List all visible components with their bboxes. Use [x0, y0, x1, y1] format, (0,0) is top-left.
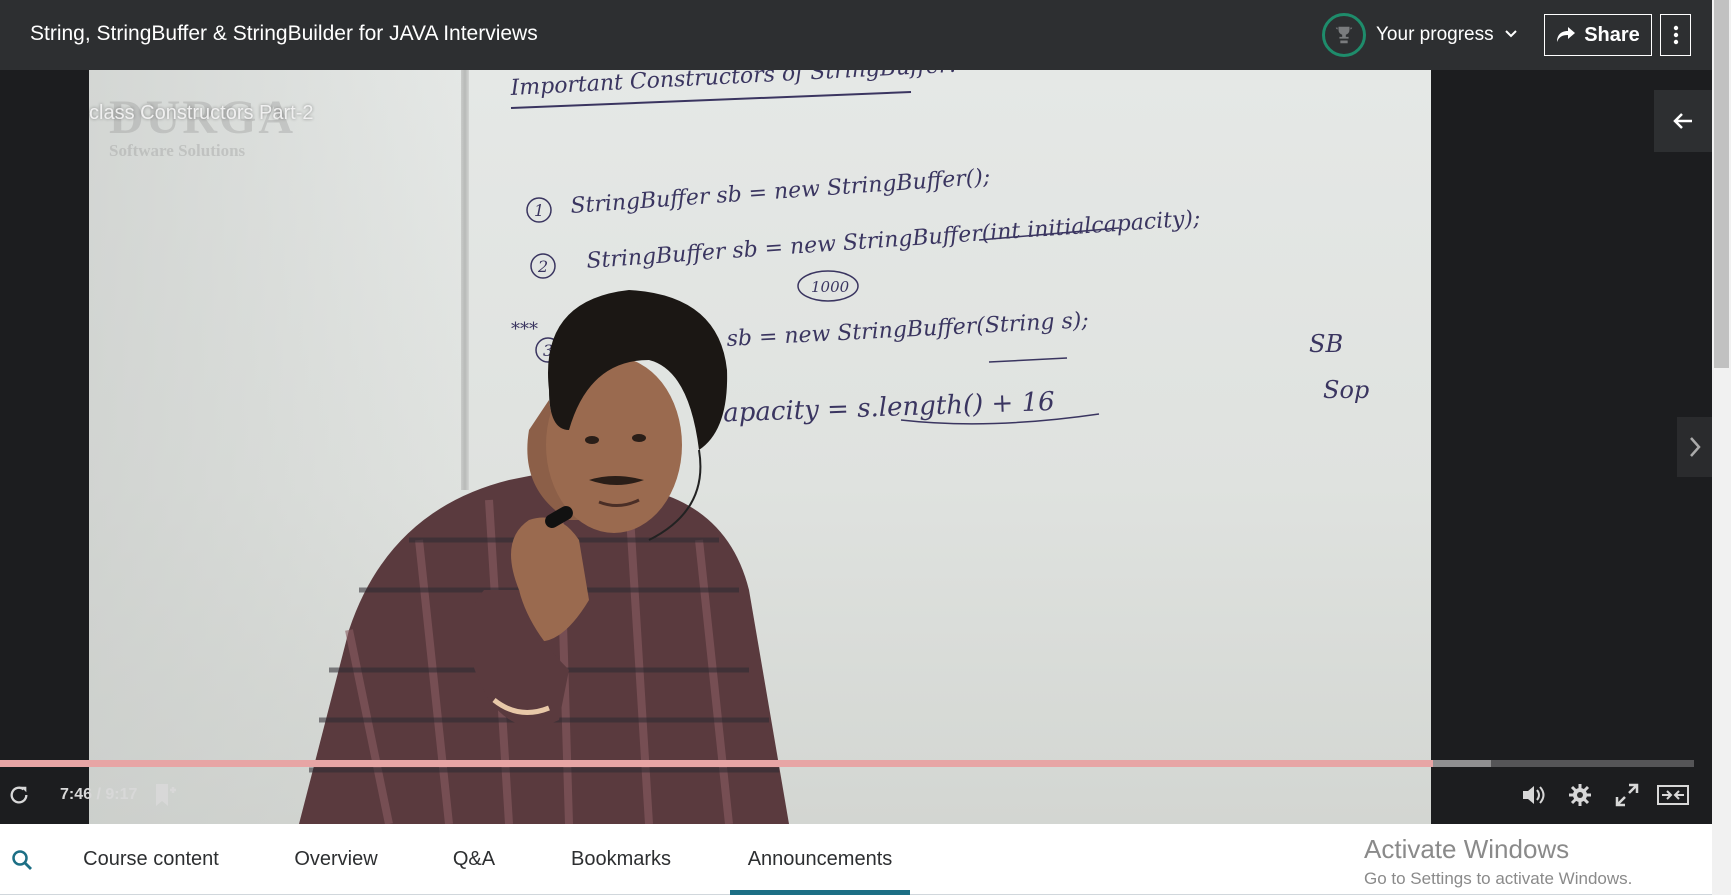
- video-player[interactable]: DURGA Software Solutions Important Const…: [0, 70, 1712, 824]
- progress-label: Your progress: [1376, 24, 1494, 45]
- volume-icon: [1523, 786, 1545, 804]
- add-bookmark-button[interactable]: [150, 780, 180, 810]
- share-label: Share: [1584, 23, 1640, 46]
- close-sidebar-button[interactable]: [1654, 90, 1712, 152]
- tab-announcements[interactable]: Announcements: [730, 824, 910, 895]
- video-progress-fill: [0, 760, 1434, 767]
- activate-windows-title: Activate Windows: [1364, 834, 1570, 864]
- vertical-dots-icon: [1673, 25, 1678, 45]
- expand-icon: [1657, 785, 1689, 805]
- scrollbar-thumb[interactable]: [1714, 0, 1729, 368]
- player-controls: 7:46 / 9:17: [0, 770, 1712, 824]
- tab-qa[interactable]: Q&A: [436, 824, 512, 895]
- tab-bookmarks[interactable]: Bookmarks: [554, 824, 688, 895]
- your-progress-button[interactable]: Your progress: [1322, 13, 1518, 57]
- more-options-button[interactable]: [1660, 14, 1691, 56]
- chevron-right-icon: [1689, 437, 1701, 457]
- time-readout: 7:46 / 9:17: [60, 786, 138, 803]
- replay-icon: [10, 786, 28, 804]
- fullscreen-button[interactable]: [1612, 780, 1642, 810]
- expand-button[interactable]: [1656, 780, 1690, 810]
- instructor-figure: [299, 290, 789, 824]
- settings-button[interactable]: [1565, 780, 1595, 810]
- page-scrollbar[interactable]: [1712, 0, 1731, 895]
- tab-overview[interactable]: Overview: [278, 824, 394, 895]
- search-tab-button[interactable]: [8, 846, 36, 874]
- lecture-title-overlay: class Constructors Part-2: [89, 102, 314, 124]
- app-root: String, StringBuffer & StringBuilder for…: [0, 0, 1731, 895]
- replay-button[interactable]: [4, 780, 34, 810]
- gear-icon: [1569, 784, 1591, 806]
- activate-windows-overlay: Activate Windows Go to Settings to activ…: [1364, 834, 1632, 889]
- fullscreen-icon: [1615, 783, 1639, 807]
- share-icon: [1557, 27, 1576, 42]
- activate-windows-subtitle: Go to Settings to activate Windows.: [1364, 869, 1633, 888]
- add-bookmark-icon: [156, 784, 176, 806]
- share-button[interactable]: Share: [1544, 14, 1652, 56]
- volume-button[interactable]: [1518, 780, 1548, 810]
- course-header: String, StringBuffer & StringBuilder for…: [0, 0, 1712, 70]
- video-frame[interactable]: DURGA Software Solutions Important Const…: [89, 70, 1431, 824]
- next-lecture-button[interactable]: [1677, 417, 1712, 477]
- trophy-icon: [1322, 13, 1366, 57]
- course-title: String, StringBuffer & StringBuilder for…: [30, 22, 538, 45]
- tab-course-content[interactable]: Course content: [66, 824, 236, 895]
- video-progress-bar[interactable]: [0, 760, 1694, 767]
- chevron-down-icon: [1504, 26, 1518, 44]
- arrow-left-icon: [1673, 113, 1692, 129]
- search-icon: [12, 850, 32, 870]
